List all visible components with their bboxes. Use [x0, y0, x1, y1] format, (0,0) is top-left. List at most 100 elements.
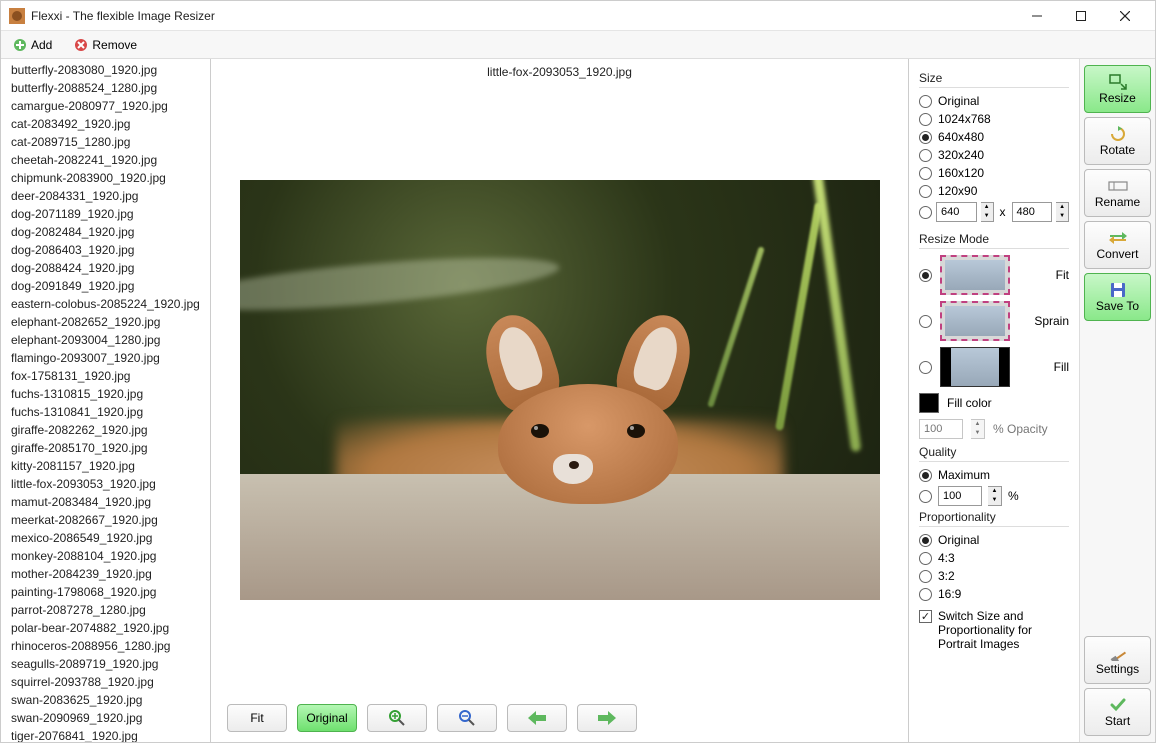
toolbar: Add Remove	[1, 31, 1155, 59]
file-item[interactable]: rhinoceros-2088956_1280.jpg	[1, 637, 210, 655]
rename-action[interactable]: Rename	[1084, 169, 1151, 217]
file-item[interactable]: mexico-2086549_1920.jpg	[1, 529, 210, 547]
file-item[interactable]: little-fox-2093053_1920.jpg	[1, 475, 210, 493]
quality-spinner[interactable]: ▲▼	[988, 486, 1002, 506]
opacity-label: % Opacity	[993, 422, 1048, 436]
start-action[interactable]: Start	[1084, 688, 1151, 736]
minimize-button[interactable]	[1015, 2, 1059, 30]
file-item[interactable]: eastern-colobus-2085224_1920.jpg	[1, 295, 210, 313]
size-radio-120x90[interactable]: 120x90	[919, 184, 1069, 198]
resize-action[interactable]: Resize	[1084, 65, 1151, 113]
file-item[interactable]: giraffe-2082262_1920.jpg	[1, 421, 210, 439]
quality-radio-custom[interactable]: 100▲▼ %	[919, 486, 1069, 506]
zoom-in-button[interactable]	[367, 704, 427, 732]
file-item[interactable]: elephant-2082652_1920.jpg	[1, 313, 210, 331]
file-item[interactable]: fox-1758131_1920.jpg	[1, 367, 210, 385]
width-spinner[interactable]: ▲▼	[981, 202, 994, 222]
file-item[interactable]: mamut-2083484_1920.jpg	[1, 493, 210, 511]
saveto-action[interactable]: Save To	[1084, 273, 1151, 321]
mode-radio-fill[interactable]: Fill	[919, 347, 1069, 387]
convert-action[interactable]: Convert	[1084, 221, 1151, 269]
file-item[interactable]: cat-2083492_1920.jpg	[1, 115, 210, 133]
mode-radio-sprain[interactable]: Sprain	[919, 301, 1069, 341]
start-icon	[1110, 696, 1126, 714]
prop-radio-169[interactable]: 16:9	[919, 587, 1069, 601]
file-item[interactable]: dog-2082484_1920.jpg	[1, 223, 210, 241]
file-item[interactable]: dog-2071189_1920.jpg	[1, 205, 210, 223]
file-item[interactable]: meerkat-2082667_1920.jpg	[1, 511, 210, 529]
switch-checkbox[interactable]	[919, 610, 932, 623]
custom-height-input[interactable]: 480	[1012, 202, 1053, 222]
file-item[interactable]: butterfly-2083080_1920.jpg	[1, 61, 210, 79]
zoom-out-button[interactable]	[437, 704, 497, 732]
rotate-action[interactable]: Rotate	[1084, 117, 1151, 165]
arrow-right-icon	[598, 711, 616, 725]
file-item[interactable]: fuchs-1310815_1920.jpg	[1, 385, 210, 403]
file-item[interactable]: squirrel-2093788_1920.jpg	[1, 673, 210, 691]
fill-color-swatch[interactable]	[919, 393, 939, 413]
file-item[interactable]: dog-2091849_1920.jpg	[1, 277, 210, 295]
mode-thumb-sprain	[940, 301, 1010, 341]
add-label: Add	[31, 38, 52, 52]
original-button[interactable]: Original	[297, 704, 357, 732]
next-button[interactable]	[577, 704, 637, 732]
close-button[interactable]	[1103, 2, 1147, 30]
prev-button[interactable]	[507, 704, 567, 732]
file-item[interactable]: butterfly-2088524_1280.jpg	[1, 79, 210, 97]
file-item[interactable]: swan-2090969_1920.jpg	[1, 709, 210, 727]
size-radio-640x480[interactable]: 640x480	[919, 130, 1069, 144]
settings-action[interactable]: Settings	[1084, 636, 1151, 684]
file-item[interactable]: polar-bear-2074882_1920.jpg	[1, 619, 210, 637]
file-item[interactable]: dog-2086403_1920.jpg	[1, 241, 210, 259]
maximize-button[interactable]	[1059, 2, 1103, 30]
file-item[interactable]: giraffe-2085170_1920.jpg	[1, 439, 210, 457]
file-item[interactable]: monkey-2088104_1920.jpg	[1, 547, 210, 565]
file-item[interactable]: swan-2083625_1920.jpg	[1, 691, 210, 709]
file-item[interactable]: fuchs-1310841_1920.jpg	[1, 403, 210, 421]
add-button[interactable]: Add	[7, 36, 58, 54]
prop-radio-43[interactable]: 4:3	[919, 551, 1069, 565]
opacity-input[interactable]: 100	[919, 419, 963, 439]
resize-icon	[1109, 73, 1127, 91]
fit-button[interactable]: Fit	[227, 704, 287, 732]
size-radio-160x120[interactable]: 160x120	[919, 166, 1069, 180]
file-item[interactable]: parrot-2087278_1280.jpg	[1, 601, 210, 619]
quality-radio-maximum[interactable]: Maximum	[919, 468, 1069, 482]
proportionality-title: Proportionality	[919, 510, 1069, 527]
opacity-spinner[interactable]: ▲▼	[971, 419, 985, 439]
file-item[interactable]: tiger-2076841_1920.jpg	[1, 727, 210, 742]
file-item[interactable]: cat-2089715_1280.jpg	[1, 133, 210, 151]
file-item[interactable]: dog-2088424_1920.jpg	[1, 259, 210, 277]
file-item[interactable]: mother-2084239_1920.jpg	[1, 565, 210, 583]
file-item[interactable]: deer-2084331_1920.jpg	[1, 187, 210, 205]
size-radio-original[interactable]: Original	[919, 94, 1069, 108]
file-item[interactable]: kitty-2081157_1920.jpg	[1, 457, 210, 475]
file-item[interactable]: elephant-2093004_1280.jpg	[1, 331, 210, 349]
custom-width-input[interactable]: 640	[936, 202, 977, 222]
rotate-icon	[1109, 125, 1127, 143]
file-item[interactable]: flamingo-2093007_1920.jpg	[1, 349, 210, 367]
prop-radio-32[interactable]: 3:2	[919, 569, 1069, 583]
file-item[interactable]: seagulls-2089719_1920.jpg	[1, 655, 210, 673]
size-radio-320x240[interactable]: 320x240	[919, 148, 1069, 162]
file-list[interactable]: butterfly-2083080_1920.jpgbutterfly-2088…	[1, 59, 211, 742]
mode-radio-fit[interactable]: Fit	[919, 255, 1069, 295]
resize-mode-title: Resize Mode	[919, 232, 1069, 249]
preview-toolbar: Fit Original	[211, 694, 908, 742]
height-spinner[interactable]: ▲▼	[1056, 202, 1069, 222]
titlebar: Flexxi - The flexible Image Resizer	[1, 1, 1155, 31]
save-icon	[1110, 281, 1126, 299]
switch-checkbox-row[interactable]: Switch Size and Proportionality for Port…	[919, 609, 1069, 651]
quality-input[interactable]: 100	[938, 486, 982, 506]
file-item[interactable]: painting-1798068_1920.jpg	[1, 583, 210, 601]
size-radio-custom[interactable]	[919, 206, 932, 219]
size-radio-1024x768[interactable]: 1024x768	[919, 112, 1069, 126]
file-item[interactable]: chipmunk-2083900_1920.jpg	[1, 169, 210, 187]
file-item[interactable]: camargue-2080977_1920.jpg	[1, 97, 210, 115]
rename-icon	[1108, 177, 1128, 195]
prop-radio-original[interactable]: Original	[919, 533, 1069, 547]
current-filename: little-fox-2093053_1920.jpg	[211, 59, 908, 85]
remove-button[interactable]: Remove	[68, 36, 143, 54]
quality-title: Quality	[919, 445, 1069, 462]
file-item[interactable]: cheetah-2082241_1920.jpg	[1, 151, 210, 169]
